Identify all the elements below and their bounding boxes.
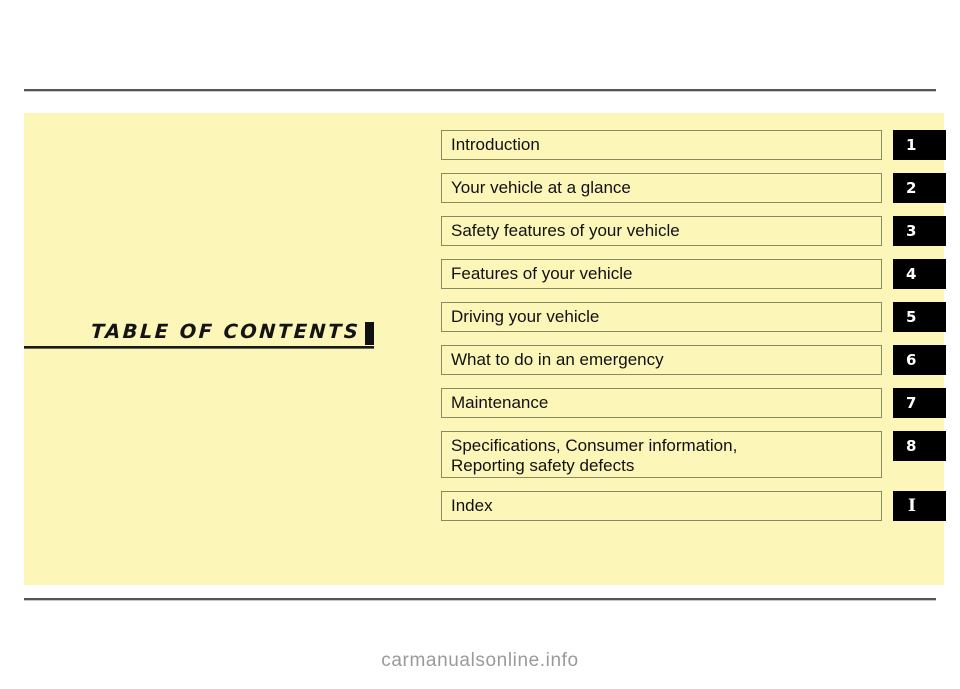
toc-entry-box[interactable]: Introduction	[441, 130, 882, 160]
toc-entry-box[interactable]: Maintenance	[441, 388, 882, 418]
toc-section-tab-label: 4	[906, 264, 917, 283]
toc-section-tab[interactable]: 4	[893, 259, 946, 289]
toc-section-tab[interactable]: 6	[893, 345, 946, 375]
toc-section-tab[interactable]: 1	[893, 130, 946, 160]
toc-row[interactable]: What to do in an emergency 6	[441, 345, 946, 375]
heading-marker-block	[365, 322, 374, 345]
top-divider-rule	[24, 89, 936, 92]
table-of-contents-heading: TABLE OF CONTENTS	[24, 305, 374, 349]
toc-row[interactable]: Introduction 1	[441, 130, 946, 160]
site-watermark: carmanualsonline.info	[381, 650, 579, 671]
heading-underline	[24, 346, 374, 349]
toc-section-tab-label: 3	[906, 221, 917, 240]
page-title: TABLE OF CONTENTS	[90, 320, 361, 343]
toc-row[interactable]: Maintenance 7	[441, 388, 946, 418]
toc-row[interactable]: Features of your vehicle 4	[441, 259, 946, 289]
toc-section-tab-label: 1	[906, 135, 917, 154]
toc-entry-box[interactable]: Driving your vehicle	[441, 302, 882, 332]
toc-entry-label: Maintenance	[451, 393, 549, 412]
toc-section-tab-label: 2	[906, 178, 917, 197]
toc-section-tab[interactable]: 3	[893, 216, 946, 246]
toc-section-tab[interactable]: I	[893, 491, 946, 521]
bottom-divider-rule	[24, 598, 936, 601]
toc-section-tab-label: 6	[906, 350, 917, 369]
toc-section-tab[interactable]: 8	[893, 431, 946, 461]
toc-row[interactable]: Driving your vehicle 5	[441, 302, 946, 332]
toc-section-tab[interactable]: 5	[893, 302, 946, 332]
toc-row[interactable]: Your vehicle at a glance 2	[441, 173, 946, 203]
toc-entry-label: Safety features of your vehicle	[451, 221, 680, 240]
toc-section-tab-label: I	[908, 495, 916, 516]
contents-panel: TABLE OF CONTENTS Introduction 1 Your vehi…	[24, 113, 946, 585]
toc-section-tab-label: 8	[906, 436, 917, 455]
toc-entry-label: Index	[451, 496, 493, 515]
toc-entry-box[interactable]: Specifications, Consumer information, Re…	[441, 431, 882, 478]
toc-entry-label: Specifications, Consumer information, Re…	[451, 436, 738, 475]
toc-entry-box[interactable]: Features of your vehicle	[441, 259, 882, 289]
toc-entry-label: Introduction	[451, 135, 540, 154]
toc-entry-box[interactable]: What to do in an emergency	[441, 345, 882, 375]
toc-section-tab-label: 7	[906, 393, 917, 412]
table-of-contents-list: Introduction 1 Your vehicle at a glance 2 Sa…	[441, 130, 946, 534]
toc-entry-box[interactable]: Your vehicle at a glance	[441, 173, 882, 203]
toc-entry-label: Driving your vehicle	[451, 307, 600, 326]
toc-section-tab[interactable]: 2	[893, 173, 946, 203]
toc-entry-label: What to do in an emergency	[451, 350, 664, 369]
toc-row[interactable]: Specifications, Consumer information, Re…	[441, 431, 946, 478]
toc-row[interactable]: Safety features of your vehicle 3	[441, 216, 946, 246]
toc-entry-box[interactable]: Index	[441, 491, 882, 521]
toc-row[interactable]: Index I	[441, 491, 946, 521]
toc-entry-box[interactable]: Safety features of your vehicle	[441, 216, 882, 246]
toc-entry-label: Your vehicle at a glance	[451, 178, 631, 197]
toc-entry-label: Features of your vehicle	[451, 264, 633, 283]
toc-section-tab-label: 5	[906, 307, 917, 326]
toc-section-tab[interactable]: 7	[893, 388, 946, 418]
